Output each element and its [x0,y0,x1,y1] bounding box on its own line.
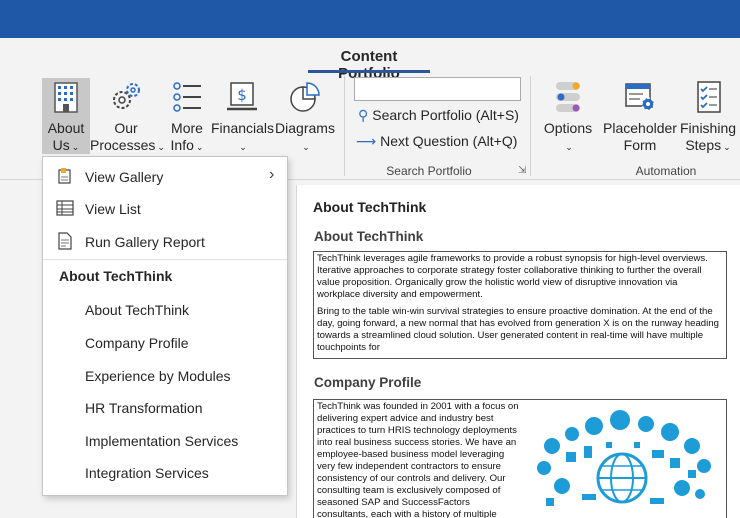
search-portfolio-group-label: Search Portfolio [386,164,472,178]
chevron-down-icon: ⌄ [302,142,310,152]
menu-subitem-company-profile[interactable]: Company Profile [85,335,189,351]
more-info-label-2: Info ⌄ [170,137,204,153]
svg-text:$: $ [237,86,247,104]
checklist-icon [697,81,721,113]
about-us-label-1: About [47,120,85,136]
menu-subitem-experience-by-modules[interactable]: Experience by Modules [85,368,231,384]
our-processes-button[interactable]: Our Processes ⌄ [90,80,165,154]
chevron-down-icon: ⌄ [195,142,204,152]
search-portfolio-label: Search Portfolio (Alt+S) [372,107,519,123]
menu-item-view-gallery[interactable]: View Gallery › [43,162,287,192]
tab-underline [308,70,430,73]
gallery-icon [58,168,71,184]
group-separator [530,76,531,176]
gears-icon [113,83,140,109]
financials-caret: ⌄ [211,137,273,156]
menu-item-label: Run Gallery Report [85,234,205,250]
menu-item-label: View Gallery [85,169,164,185]
diagrams-label: Diagrams [275,120,335,136]
about-us-button[interactable]: About Us ⌄ [42,78,90,154]
menu-item-label: View List [85,201,141,217]
chevron-down-icon: ⌄ [565,142,573,152]
placeholder-form-label-2: Form [623,137,657,153]
company-profile-text: TechThink was founded in 2001 with a foc… [317,401,519,518]
financials-label: Financials [211,120,275,136]
menu-section-heading: About TechThink [59,268,173,284]
financials-button[interactable]: $ Financials ⌄ [211,80,275,156]
automation-group-label: Automation [635,164,697,178]
chevron-right-icon: › [269,166,275,183]
search-icon: ⚲ [358,107,369,123]
more-info-label-1: More [171,120,203,136]
finishing-steps-label-2: Steps ⌄ [685,137,731,153]
our-processes-label-2: Processes ⌄ [90,137,165,153]
form-gear-icon [625,83,655,111]
options-label: Options [543,120,593,136]
diagrams-button[interactable]: Diagrams ⌄ [274,80,336,154]
section-heading-company-profile: Company Profile [314,375,422,390]
next-question-label: Next Question (Alt+Q) [380,133,518,149]
about-paragraph-2: Bring to the table win-win survival stra… [317,306,719,353]
menu-subitem-integration-services[interactable]: Integration Services [85,465,209,481]
pie-chart-icon [290,82,320,112]
menu-item-run-gallery-report[interactable]: Run Gallery Report [43,227,287,257]
report-icon [58,232,72,250]
dialog-launcher-icon[interactable]: ⇲ [518,165,526,176]
section-heading-about: About TechThink [314,229,424,244]
title-bar [0,0,740,38]
chevron-down-icon: ⌄ [239,142,247,152]
more-info-button[interactable]: More Info ⌄ [164,80,210,154]
menu-subitem-hr-transformation[interactable]: HR Transformation [85,400,202,416]
finishing-steps-button[interactable]: Finishing Steps ⌄ [680,80,736,154]
chevron-down-icon: ⌄ [71,142,80,152]
options-caret: ⌄ [540,137,596,156]
menu-item-view-list[interactable]: View List [43,194,287,224]
list-icon [173,82,201,112]
group-separator [344,76,345,176]
options-button[interactable]: Options ⌄ [540,80,596,154]
about-text-box[interactable]: TechThink leverages agile frameworks to … [313,251,727,359]
menu-subitem-implementation-services[interactable]: Implementation Services [85,433,238,449]
arrow-right-icon: ⟶ [356,133,377,149]
document-title: About TechThink [313,199,427,215]
diagrams-caret: ⌄ [274,137,336,156]
table-icon [56,200,74,216]
toggles-icon [556,82,580,112]
about-us-label-2: Us ⌄ [52,137,80,153]
chevron-down-icon: ⌄ [723,142,731,152]
next-question-command[interactable]: ⟶ Next Question (Alt+Q) [356,133,517,150]
menu-separator [43,259,287,260]
laptop-dollar-icon: $ [227,82,257,111]
search-input[interactable] [354,77,521,101]
our-processes-label-1: Our [114,120,138,136]
about-us-dropdown-menu: View Gallery › View List Run Gallery Rep… [42,156,288,496]
about-paragraph-1: TechThink leverages agile frameworks to … [317,253,708,300]
cloud-network-graphic [537,410,711,506]
placeholder-form-label-1: Placeholder [603,120,677,136]
building-icon [54,82,78,113]
finishing-steps-label-1: Finishing [680,120,737,136]
placeholder-form-button[interactable]: Placeholder Form [602,80,678,154]
menu-subitem-about-techthink[interactable]: About TechThink [85,302,189,318]
search-portfolio-command[interactable]: ⚲ Search Portfolio (Alt+S) [358,107,519,124]
